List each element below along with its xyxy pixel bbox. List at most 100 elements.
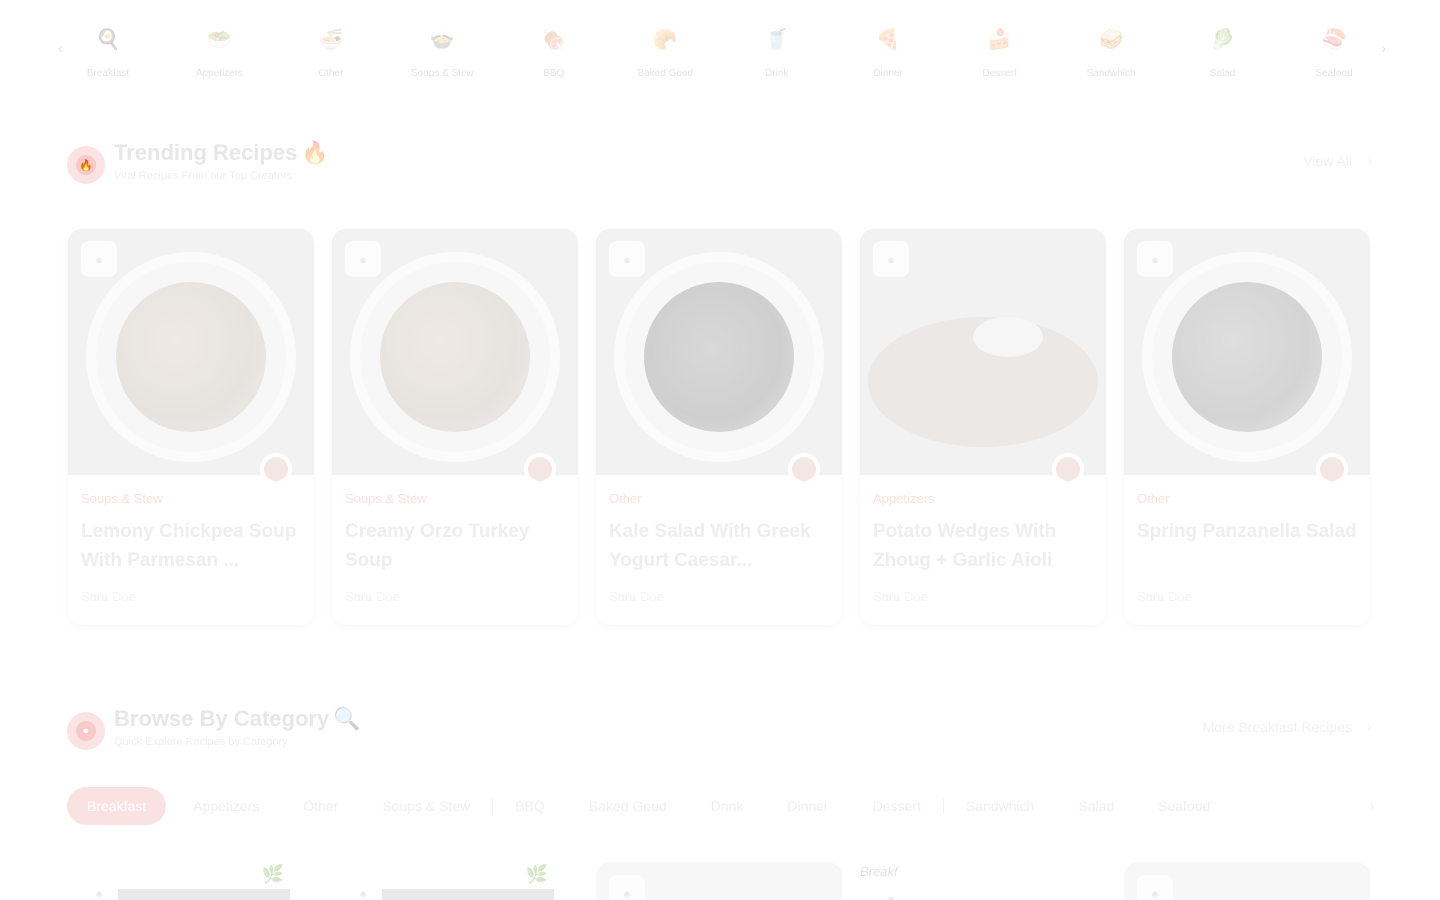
- recipe-title[interactable]: Spring Panzanella Salad: [1137, 517, 1357, 575]
- category-label: Drink: [765, 68, 789, 79]
- category-label: Appetizers: [195, 68, 244, 79]
- trending-section-header: 🔥 Trending Recipes 🔥 Viral Recipes From o…: [67, 140, 1372, 190]
- recipe-title[interactable]: Potato Wedges With Zhoug + Garlic Aioli: [873, 517, 1093, 575]
- tab-soups-stew[interactable]: Soups & Stew: [360, 787, 492, 825]
- recipe-author[interactable]: Sara Doe: [873, 589, 928, 604]
- recipe-image: ●: [332, 229, 578, 475]
- category-item-dessert[interactable]: 🍰 Dessert: [970, 22, 1030, 80]
- recipe-author[interactable]: Sara Doe: [81, 589, 136, 604]
- chevron-right-icon[interactable]: ›: [1381, 40, 1386, 56]
- sprig-icon: 🌿: [261, 864, 284, 884]
- category-item-salad[interactable]: 🥬 Salad: [1193, 22, 1253, 80]
- recipe-card[interactable]: ● Appetizers Potato Wedges With Zhoug + Ga…: [860, 229, 1106, 625]
- category-item-soups-stew[interactable]: 🍲 Soups & Stew: [410, 22, 474, 80]
- sprig-icon: 🌿: [525, 864, 548, 884]
- category-item-dinner[interactable]: 🍕 Dinner: [858, 22, 918, 80]
- recipe-card[interactable]: ● Other Spring Panzanella Salad Sara Doe: [1124, 229, 1370, 625]
- recipe-category: Appetizers: [873, 491, 935, 506]
- recipe-title[interactable]: Lemony Chickpea Soup With Parmesan ...: [81, 517, 301, 575]
- category-icon: ●: [67, 712, 105, 750]
- recipe-author[interactable]: Sara Doe: [345, 589, 400, 604]
- sandwich-icon: 🥪: [1098, 28, 1124, 51]
- recipe-card[interactable]: ●: [1124, 862, 1370, 900]
- more-recipes-link[interactable]: More Breakfast Recipes: [1203, 719, 1352, 735]
- category-label: Dessert: [982, 68, 1017, 79]
- avatar[interactable]: [524, 453, 556, 485]
- bbq-icon: 🍖: [541, 28, 567, 51]
- bookmark-button[interactable]: ●: [609, 241, 645, 277]
- heart-icon: ●: [95, 251, 103, 267]
- recipe-image: [382, 889, 554, 900]
- tab-breakfast[interactable]: Breakfast: [67, 787, 167, 825]
- bookmark-button[interactable]: ●: [81, 241, 117, 277]
- tab-seafood[interactable]: Seafood: [1136, 787, 1232, 825]
- tab-appetizers[interactable]: Appetizers: [171, 787, 281, 825]
- fire-icon: 🔥: [67, 146, 105, 184]
- category-label: BBQ: [543, 68, 565, 79]
- heart-icon: ●: [623, 885, 631, 900]
- category-label: Soups & Stew: [410, 68, 474, 79]
- category-label: Other: [318, 68, 344, 79]
- chevron-right-icon[interactable]: ›: [1361, 797, 1383, 813]
- heart-icon: ●: [359, 251, 367, 267]
- magnifier-emoji-icon: 🔍: [333, 706, 361, 731]
- recipe-category: Other: [609, 491, 642, 506]
- heart-icon: ●: [95, 885, 103, 900]
- bookmark-button[interactable]: ●: [345, 875, 381, 900]
- heart-icon: ●: [887, 251, 895, 267]
- bookmark-button[interactable]: ●: [1137, 875, 1173, 900]
- category-item-sandwhich[interactable]: 🥪 Sandwhich: [1081, 22, 1141, 80]
- browse-title: Browse By Category 🔍: [114, 706, 361, 731]
- bookmark-button[interactable]: ●: [81, 875, 117, 900]
- tab-bbq[interactable]: BBQ: [493, 787, 567, 825]
- recipe-author[interactable]: Sara Doe: [1137, 589, 1192, 604]
- drink-icon: 🥤: [764, 28, 790, 51]
- category-item-seafood[interactable]: 🍣 Seafood: [1304, 22, 1364, 80]
- salad-icon: 🥬: [1210, 28, 1235, 51]
- bookmark-button[interactable]: ●: [345, 241, 381, 277]
- recipe-card[interactable]: ● 🌿: [332, 862, 578, 900]
- avatar[interactable]: [260, 453, 292, 485]
- recipe-card[interactable]: ● Soups & Stew Creamy Orzo Turkey Soup Sara…: [332, 229, 578, 625]
- bookmark-button[interactable]: ●: [609, 875, 645, 900]
- category-label: Sandwhich: [1086, 68, 1136, 79]
- avatar[interactable]: [788, 453, 820, 485]
- recipe-image: ●: [68, 229, 314, 475]
- dessert-icon: 🍰: [987, 28, 1013, 51]
- category-icon-list: 🍳 Breakfast 🥗 Appetizers 🍜 Other 🍲 Soups & Stew…: [78, 22, 1364, 80]
- chevron-right-icon[interactable]: ›: [1367, 152, 1372, 168]
- chevron-right-icon[interactable]: ›: [1367, 718, 1372, 734]
- recipe-card[interactable]: ● Soups & Stew Lemony Chickpea Soup With P…: [68, 229, 314, 625]
- tab-baked-good[interactable]: Baked Good: [567, 787, 689, 825]
- bookmark-button[interactable]: ●: [873, 241, 909, 277]
- recipe-card[interactable]: ●: [596, 862, 842, 900]
- tab-other[interactable]: Other: [281, 787, 360, 825]
- recipe-author[interactable]: Sara Doe: [609, 589, 664, 604]
- category-item-bbq[interactable]: 🍖 BBQ: [524, 22, 584, 80]
- avatar[interactable]: [1316, 453, 1348, 485]
- heart-icon: ●: [1151, 885, 1159, 900]
- bookmark-button[interactable]: ●: [1137, 241, 1173, 277]
- recipes-page: ‹ 🍳 Breakfast 🥗 Appetizers 🍜 Other 🍲 Soups & St…: [0, 0, 1440, 900]
- view-all-link[interactable]: View All: [1303, 153, 1352, 169]
- category-label: Baked Good: [637, 68, 694, 79]
- recipe-card[interactable]: ● 🌿: [68, 862, 314, 900]
- category-item-baked-good[interactable]: 🥐 Baked Good: [635, 22, 695, 80]
- recipe-card[interactable]: Breakf ●: [860, 862, 1106, 900]
- tab-dessert[interactable]: Dessert: [851, 787, 943, 825]
- category-item-drink[interactable]: 🥤 Drink: [747, 22, 807, 80]
- chevron-left-icon[interactable]: ‹: [58, 40, 63, 56]
- tab-drink[interactable]: Drink: [689, 787, 766, 825]
- bookmark-button[interactable]: ●: [873, 880, 909, 900]
- recipe-title[interactable]: Creamy Orzo Turkey Soup: [345, 517, 565, 575]
- soup-icon: 🍲: [429, 28, 455, 51]
- tab-dinner[interactable]: Dinner: [765, 787, 850, 825]
- recipe-title[interactable]: Kale Salad With Greek Yogurt Caesar...: [609, 517, 829, 575]
- avatar[interactable]: [1052, 453, 1084, 485]
- tab-sandwhich[interactable]: Sandwhich: [944, 787, 1057, 825]
- category-item-breakfast[interactable]: 🍳 Breakfast: [78, 22, 138, 80]
- tab-salad[interactable]: Salad: [1056, 787, 1136, 825]
- category-item-appetizers[interactable]: 🥗 Appetizers: [189, 22, 249, 80]
- recipe-card[interactable]: ● Other Kale Salad With Greek Yogurt Caesa…: [596, 229, 842, 625]
- category-item-other[interactable]: 🍜 Other: [301, 22, 361, 80]
